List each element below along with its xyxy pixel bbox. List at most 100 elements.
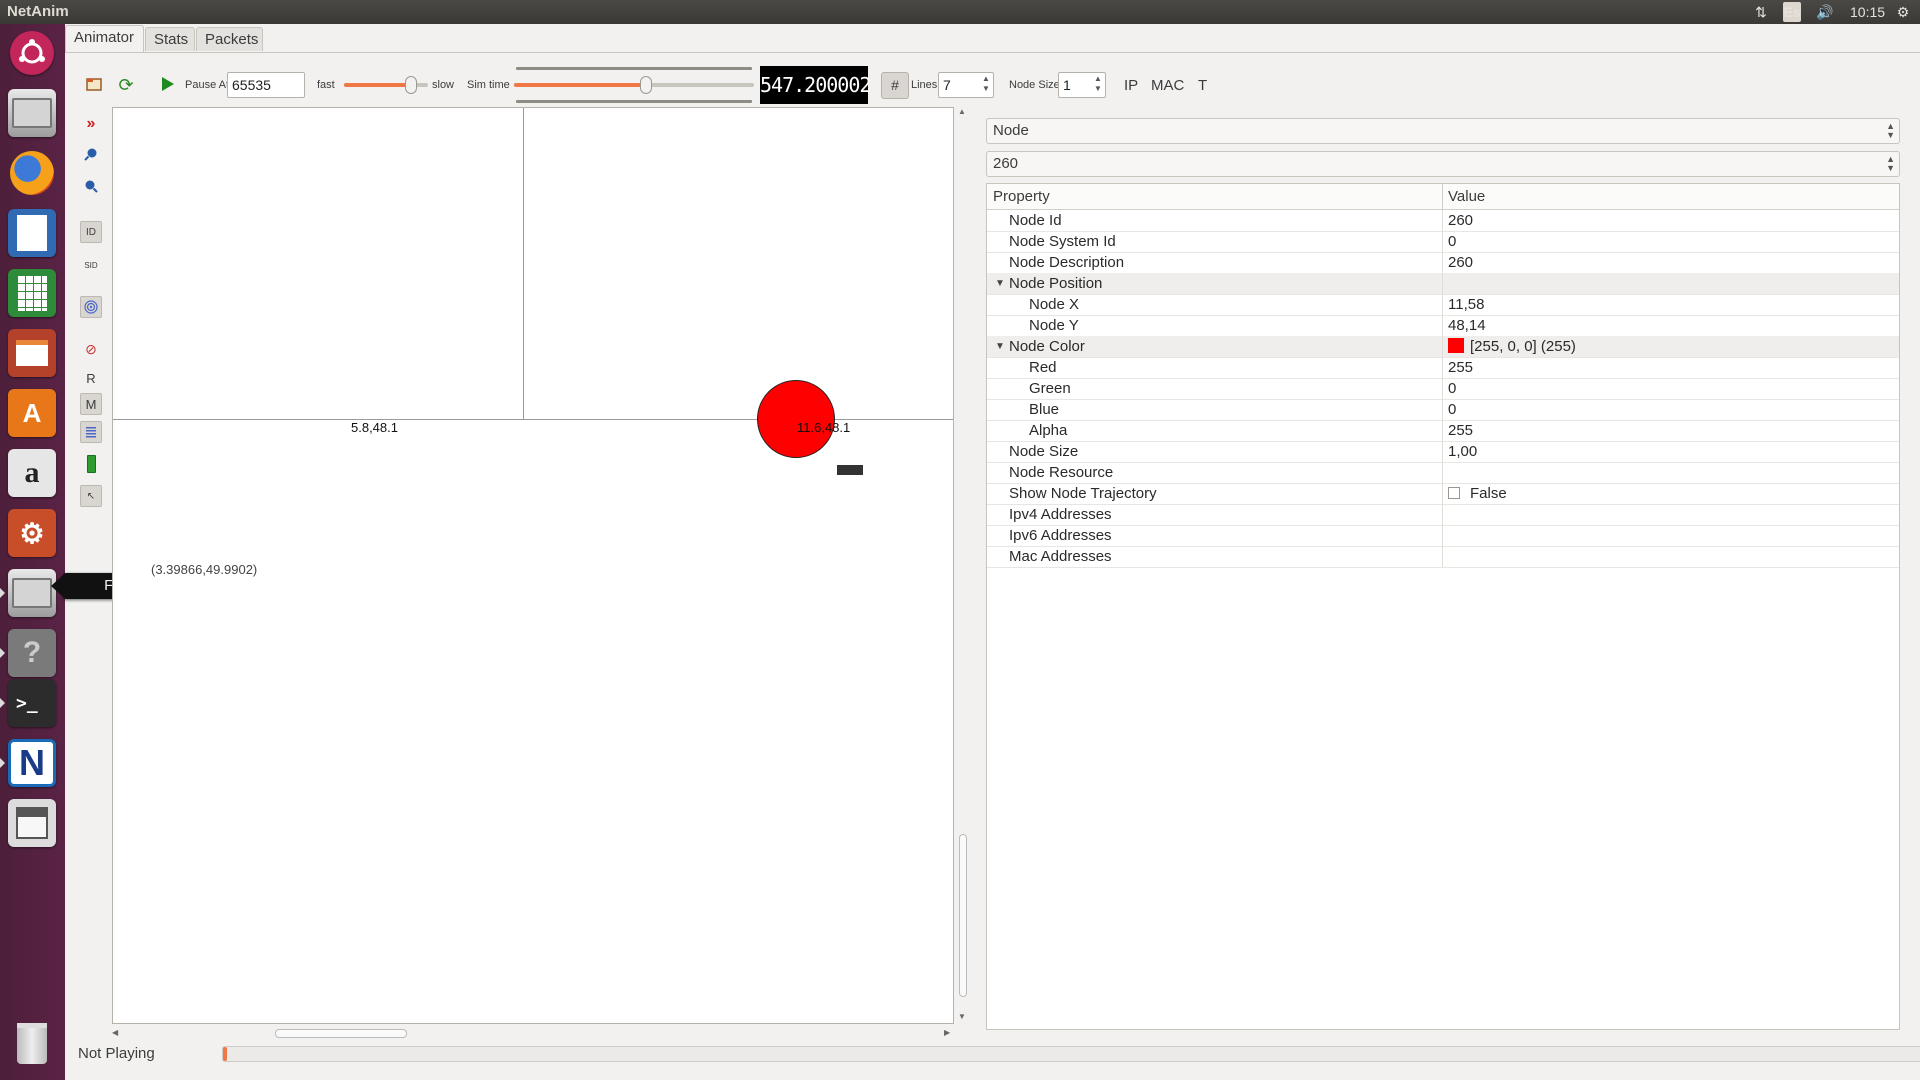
tab-animator[interactable]: Animator: [65, 25, 144, 52]
node-260[interactable]: [757, 380, 835, 458]
property-value[interactable]: False: [1448, 483, 1507, 504]
property-row[interactable]: Node Resource: [987, 462, 1899, 484]
system-settings-icon[interactable]: ⚙: [8, 509, 56, 557]
impress-icon[interactable]: [8, 329, 56, 377]
fit-view-icon[interactable]: »: [80, 113, 102, 135]
dash-icon[interactable]: [10, 31, 54, 75]
animation-canvas[interactable]: 5.8,48.1 11.6,48.1 (3.39866,49.9902): [112, 107, 954, 1024]
trash-icon[interactable]: [8, 1019, 56, 1067]
property-row[interactable]: Alpha 255: [987, 420, 1899, 442]
network-updown-icon[interactable]: ⇅: [1752, 2, 1770, 22]
pause-at-input[interactable]: 65535: [227, 72, 305, 98]
battery-icon[interactable]: [80, 453, 102, 475]
property-row[interactable]: ▼ Node Color [255, 0, 0] (255): [987, 336, 1899, 358]
object-type-combobox[interactable]: Node ▲ ▼: [986, 118, 1900, 144]
property-value[interactable]: 260: [1448, 210, 1473, 231]
save-icon[interactable]: [8, 799, 56, 847]
show-node-id-icon[interactable]: ID: [80, 221, 102, 243]
speed-slider-handle[interactable]: [405, 76, 418, 94]
keyboard-layout-indicator[interactable]: Es: [1783, 2, 1801, 22]
trajectory-checkbox[interactable]: [1448, 487, 1460, 499]
sim-time-display: 547.200002: [760, 66, 871, 104]
scroll-right-icon[interactable]: ▶: [944, 1028, 950, 1037]
scroll-down-icon[interactable]: ▼: [958, 1012, 966, 1021]
property-row[interactable]: Node Id 260: [987, 210, 1899, 232]
property-row[interactable]: Node X 11,58: [987, 294, 1899, 316]
property-row[interactable]: Ipv6 Addresses: [987, 525, 1899, 547]
property-value[interactable]: 260: [1448, 252, 1473, 273]
property-row[interactable]: ▼ Node Position: [987, 273, 1899, 295]
clock[interactable]: 10:15: [1850, 2, 1890, 22]
files-icon[interactable]: [8, 569, 56, 617]
canvas-vertical-scrollbar[interactable]: ▲ ▼: [956, 107, 970, 1024]
play-icon[interactable]: [158, 74, 178, 94]
expand-triangle-icon[interactable]: ▼: [995, 336, 1005, 357]
tab-packets[interactable]: Packets: [196, 27, 263, 51]
netanim-icon[interactable]: N: [8, 739, 56, 787]
packet-stats-icon[interactable]: ⊘: [80, 338, 102, 360]
zoom-out-icon[interactable]: [80, 175, 102, 197]
property-row[interactable]: Blue 0: [987, 399, 1899, 421]
property-row[interactable]: Ipv4 Addresses: [987, 504, 1899, 526]
property-row[interactable]: Node System Id 0: [987, 231, 1899, 253]
splitter-handle[interactable]: [969, 107, 977, 1024]
scroll-thumb[interactable]: [959, 834, 967, 997]
scroll-left-icon[interactable]: ◀: [112, 1028, 118, 1037]
sim-time-slider-handle[interactable]: [640, 76, 652, 94]
reload-icon[interactable]: ⟳: [115, 74, 137, 96]
property-value[interactable]: 0: [1448, 399, 1456, 420]
expand-triangle-icon[interactable]: ▼: [995, 273, 1005, 294]
property-row[interactable]: Node Description 260: [987, 252, 1899, 274]
sim-time-slider[interactable]: [514, 66, 754, 104]
help-icon[interactable]: ?: [8, 629, 56, 677]
property-value[interactable]: 11,58: [1448, 294, 1484, 315]
writer-icon[interactable]: [8, 209, 56, 257]
scroll-up-icon[interactable]: ▲: [958, 107, 966, 116]
property-row[interactable]: Red 255: [987, 357, 1899, 379]
show-mac-button[interactable]: M: [80, 393, 102, 415]
show-system-id-icon[interactable]: SID: [80, 254, 102, 276]
open-file-icon[interactable]: [84, 74, 104, 94]
grid-icon: #: [891, 77, 899, 93]
software-center-icon[interactable]: A: [8, 389, 56, 437]
property-value[interactable]: 1,00: [1448, 441, 1477, 462]
property-name: Node X: [1029, 296, 1080, 313]
tab-stats[interactable]: Stats: [145, 27, 195, 51]
firefox-icon[interactable]: [8, 149, 56, 197]
property-row[interactable]: Node Size 1,00: [987, 441, 1899, 463]
value-column-header[interactable]: Value: [1448, 184, 1485, 209]
show-properties-icon[interactable]: [80, 421, 102, 443]
scroll-thumb[interactable]: [275, 1029, 407, 1038]
lines-spin-arrows-icon[interactable]: ▲ ▼: [982, 74, 990, 94]
speed-slider[interactable]: [344, 76, 428, 94]
zoom-in-icon[interactable]: [80, 143, 102, 165]
canvas-horizontal-scrollbar[interactable]: ◀ ▶: [112, 1026, 954, 1040]
property-value[interactable]: 255: [1448, 357, 1473, 378]
property-row[interactable]: Mac Addresses: [987, 546, 1899, 568]
system-gear-icon[interactable]: ⚙: [1893, 2, 1913, 22]
grid-line: [523, 108, 524, 419]
object-id-combobox[interactable]: 260 ▲ ▼: [986, 151, 1900, 177]
t-button[interactable]: T: [1198, 62, 1207, 108]
calc-icon[interactable]: [8, 269, 56, 317]
property-value[interactable]: 48,14: [1448, 315, 1486, 336]
files-icon[interactable]: [8, 89, 56, 137]
property-row[interactable]: Green 0: [987, 378, 1899, 400]
mouse-position-icon[interactable]: ↖: [80, 485, 102, 507]
terminal-icon[interactable]: >_: [8, 679, 56, 727]
property-column-header[interactable]: Property: [993, 184, 1050, 209]
wireless-circles-icon[interactable]: [80, 296, 102, 318]
property-value[interactable]: 0: [1448, 378, 1456, 399]
mac-button[interactable]: MAC: [1151, 62, 1184, 108]
property-row[interactable]: Node Y 48,14: [987, 315, 1899, 337]
property-value[interactable]: 0: [1448, 231, 1456, 252]
amazon-icon[interactable]: a: [8, 449, 56, 497]
ip-button[interactable]: IP: [1124, 62, 1138, 108]
show-route-button[interactable]: R: [80, 367, 102, 389]
property-row[interactable]: Show Node Trajectory False: [987, 483, 1899, 505]
volume-icon[interactable]: 🔊: [1814, 2, 1836, 22]
property-value[interactable]: [255, 0, 0] (255): [1448, 336, 1576, 357]
property-value[interactable]: 255: [1448, 420, 1473, 441]
node-size-spin-arrows-icon[interactable]: ▲ ▼: [1094, 74, 1102, 94]
grid-toggle-button[interactable]: #: [881, 72, 909, 99]
